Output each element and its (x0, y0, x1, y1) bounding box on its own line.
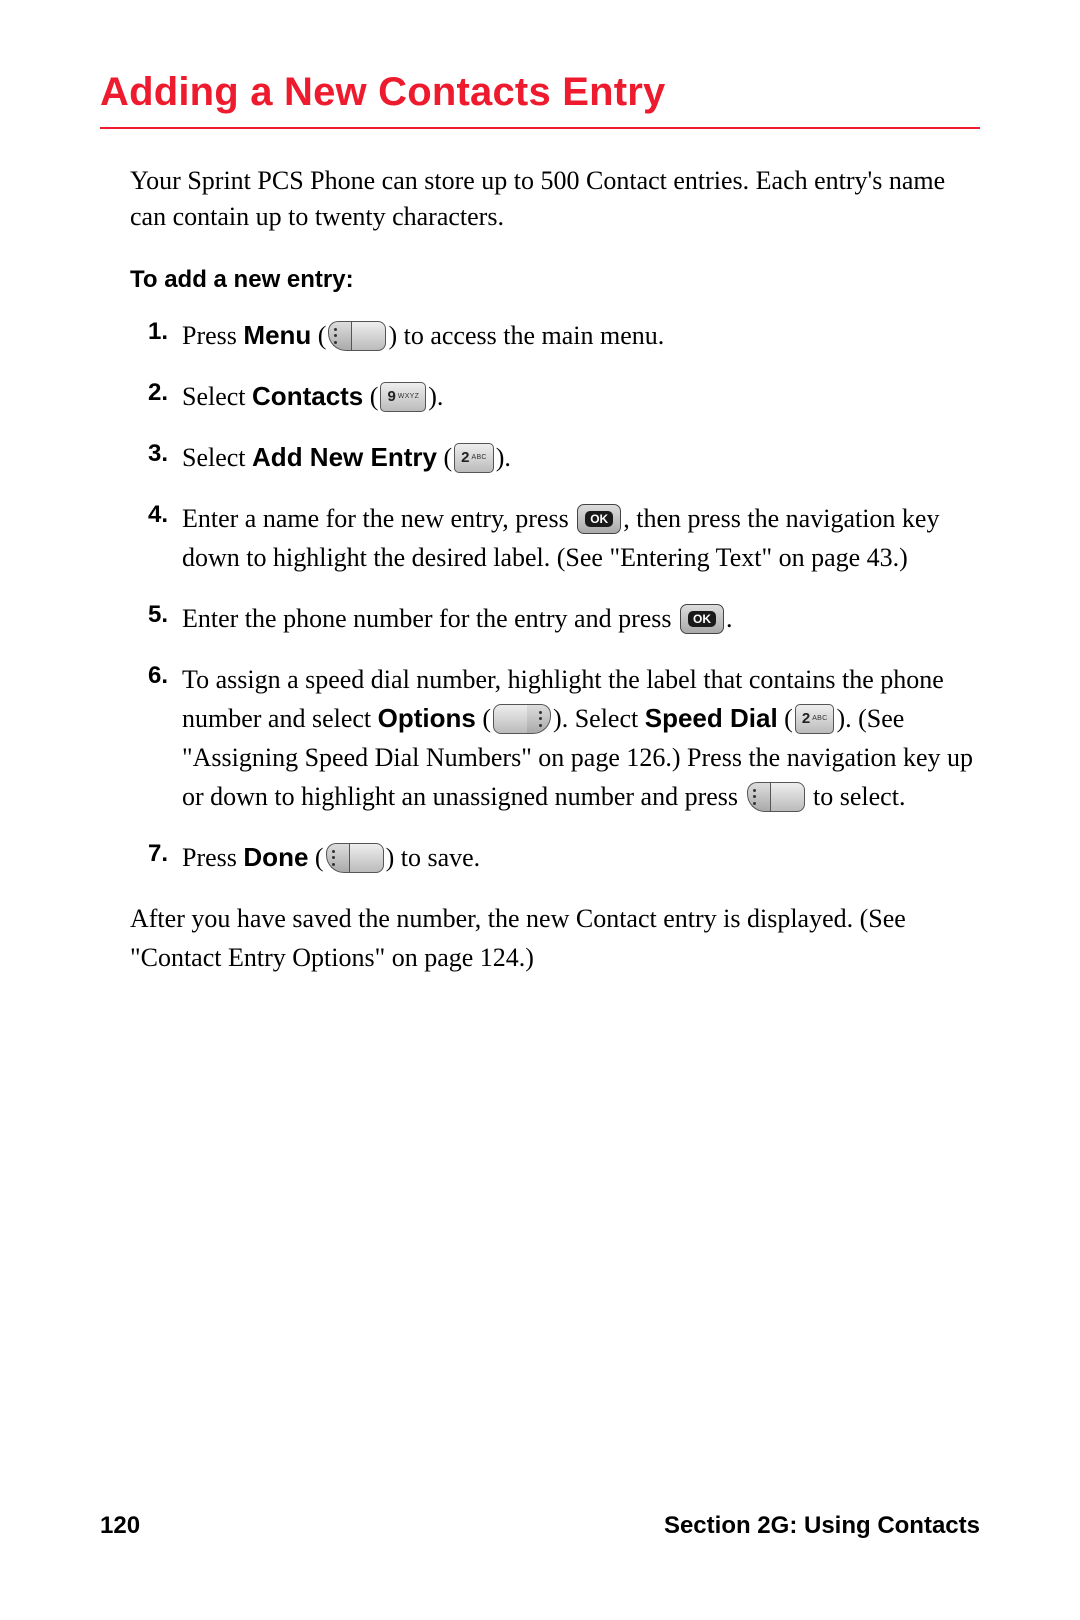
key-letters: ABC (471, 454, 486, 461)
step-number: 1. (130, 316, 168, 346)
key-letters: WXYZ (398, 393, 419, 400)
manual-page: Adding a New Contacts Entry Your Sprint … (0, 0, 1080, 1620)
ok-key-label: OK (688, 611, 716, 627)
outro-paragraph: After you have saved the number, the new… (100, 899, 980, 977)
ok-key-icon: OK (680, 604, 724, 634)
key-digit: 9 (387, 389, 395, 404)
text-run: ) to access the main menu. (388, 321, 664, 350)
text-run: ( (476, 704, 491, 733)
text-run: ( (308, 843, 323, 872)
text-run: . (726, 604, 733, 633)
text-run: ). Select (553, 704, 645, 733)
step-1: 1. Press Menu ( ) to access the main menu… (130, 316, 980, 355)
step-text: To assign a speed dial number, highlight… (182, 660, 980, 816)
text-run: Select (182, 443, 252, 472)
text-run: ( (437, 443, 452, 472)
step-number: 4. (130, 499, 168, 529)
softkey-left-icon (326, 843, 384, 873)
text-run: Press (182, 321, 243, 350)
text-run: ( (311, 321, 326, 350)
softkey-left-icon (747, 782, 805, 812)
step-text: Enter a name for the new entry, press OK… (182, 499, 980, 577)
intro-paragraph: Your Sprint PCS Phone can store up to 50… (100, 163, 980, 236)
step-5: 5. Enter the phone number for the entry … (130, 599, 980, 638)
step-number: 5. (130, 599, 168, 629)
page-title: Adding a New Contacts Entry (100, 70, 980, 115)
key-9-icon: 9WXYZ (380, 382, 426, 412)
procedure-steps: 1. Press Menu ( ) to access the main menu… (100, 316, 980, 877)
ui-label-options: Options (378, 703, 476, 733)
softkey-right-icon (493, 704, 551, 734)
text-run: Enter a name for the new entry, press (182, 504, 575, 533)
text-run: ) to save. (386, 843, 481, 872)
step-text: Enter the phone number for the entry and… (182, 599, 980, 638)
step-text: Press Done ( ) to save. (182, 838, 980, 877)
key-letters: ABC (812, 715, 827, 722)
step-number: 6. (130, 660, 168, 690)
text-run: Press (182, 843, 243, 872)
section-label: Section 2G: Using Contacts (664, 1512, 980, 1540)
step-7: 7. Press Done ( ) to save. (130, 838, 980, 877)
step-text: Press Menu ( ) to access the main menu. (182, 316, 980, 355)
text-run: ). (428, 382, 443, 411)
title-rule (100, 127, 980, 129)
ui-label-speed-dial: Speed Dial (645, 703, 778, 733)
key-2-icon: 2ABC (795, 704, 835, 734)
step-6: 6. To assign a speed dial number, highli… (130, 660, 980, 816)
step-text: Select Add New Entry (2ABC). (182, 438, 980, 477)
ui-label-menu: Menu (243, 320, 311, 350)
softkey-left-icon (328, 321, 386, 351)
key-digit: 2 (802, 711, 810, 726)
text-run: Enter the phone number for the entry and… (182, 604, 678, 633)
step-4: 4. Enter a name for the new entry, press… (130, 499, 980, 577)
procedure-heading: To add a new entry: (100, 266, 980, 294)
text-run: ). (496, 443, 511, 472)
step-number: 7. (130, 838, 168, 868)
step-number: 3. (130, 438, 168, 468)
step-text: Select Contacts (9WXYZ). (182, 377, 980, 416)
text-run: Select (182, 382, 252, 411)
text-run: ( (778, 704, 793, 733)
ui-label-contacts: Contacts (252, 381, 363, 411)
ok-key-icon: OK (577, 504, 621, 534)
key-2-icon: 2ABC (454, 443, 494, 473)
ui-label-add-new-entry: Add New Entry (252, 442, 437, 472)
step-3: 3. Select Add New Entry (2ABC). (130, 438, 980, 477)
step-number: 2. (130, 377, 168, 407)
ok-key-label: OK (585, 511, 613, 527)
ui-label-done: Done (243, 842, 308, 872)
page-footer: 120 Section 2G: Using Contacts (100, 1512, 980, 1540)
text-run: to select. (807, 782, 906, 811)
step-2: 2. Select Contacts (9WXYZ). (130, 377, 980, 416)
text-run: ( (363, 382, 378, 411)
page-number: 120 (100, 1512, 140, 1540)
key-digit: 2 (461, 450, 469, 465)
